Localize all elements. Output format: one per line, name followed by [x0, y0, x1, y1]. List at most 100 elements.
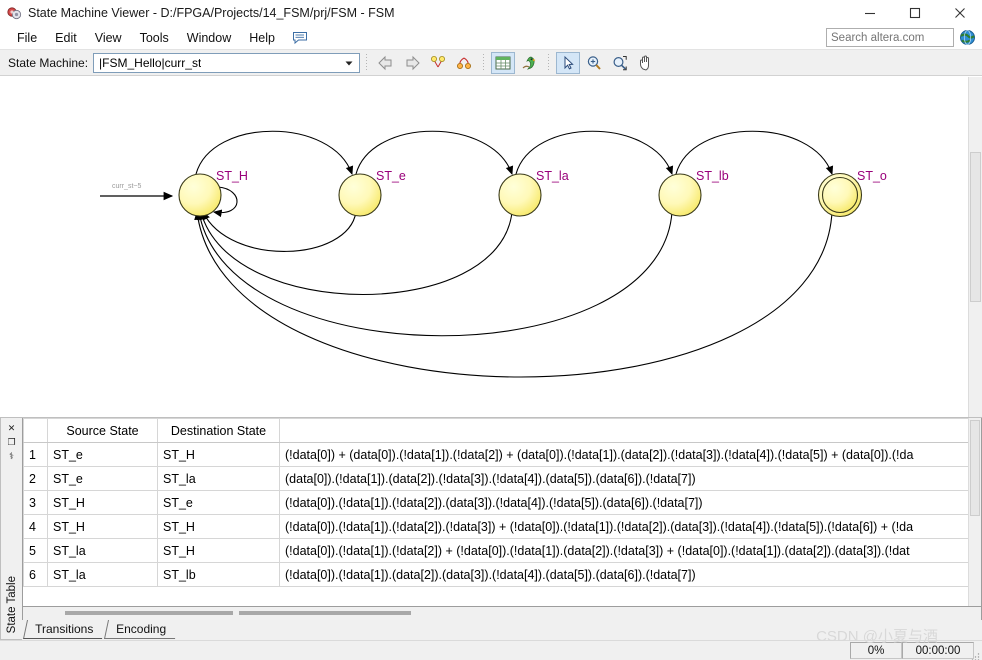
node-link-icon[interactable]	[452, 52, 476, 74]
arrow-back-icon[interactable]	[374, 52, 398, 74]
table-row[interactable]: 3 ST_H ST_e (!data[0]).(!data[1]).(!data…	[23, 490, 981, 515]
cell-condition: (!data[0]) + (data[0]).(!data[1]).(!data…	[279, 442, 981, 467]
state-label-ST_e: ST_e	[376, 169, 406, 183]
hand-icon[interactable]	[634, 52, 658, 74]
search-input[interactable]	[826, 28, 954, 47]
cell-destination-state: ST_H	[157, 514, 280, 539]
column-header-source-state[interactable]: Source State	[47, 418, 158, 443]
column-header-index	[23, 418, 48, 443]
row-index: 3	[23, 490, 48, 515]
quartus-icon	[7, 6, 22, 21]
row-index: 2	[23, 466, 48, 491]
tab-transitions-label: Transitions	[35, 622, 94, 636]
tab-transitions[interactable]: Transitions	[22, 620, 107, 639]
search-area	[826, 28, 976, 47]
state-diagram-canvas[interactable]: curr_st~5 ST_H ST_e ST_la ST_lb ST_o	[0, 76, 982, 417]
table-header-row: Source State Destination State	[23, 418, 981, 443]
cell-destination-state: ST_e	[157, 490, 280, 515]
state-node-ST_la[interactable]: ST_la	[498, 169, 569, 217]
window-controls	[847, 0, 982, 26]
panel-pin-icon[interactable]: ⚕	[9, 450, 14, 462]
state-label-ST_H: ST_H	[216, 169, 248, 183]
panel-close-icon[interactable]: ✕	[8, 422, 16, 434]
tab-encoding[interactable]: Encoding	[104, 620, 180, 639]
cell-source-state: ST_H	[47, 490, 158, 515]
cell-destination-state: ST_lb	[157, 562, 280, 587]
row-index: 1	[23, 442, 48, 467]
state-label-ST_la: ST_la	[536, 169, 569, 183]
menu-view[interactable]: View	[86, 29, 131, 47]
elapsed-time: 00:00:00	[902, 642, 974, 659]
state-label-ST_o: ST_o	[857, 169, 887, 183]
cell-condition: (!data[0]).(!data[1]).(!data[2]).(!data[…	[279, 514, 981, 539]
toolbar-separator-3	[546, 53, 552, 72]
state-table-scroll-area[interactable]: Source State Destination State 1 ST_e ST…	[22, 418, 982, 607]
chevron-down-icon[interactable]	[342, 54, 356, 72]
node-pair-icon[interactable]	[426, 52, 450, 74]
cell-source-state: ST_la	[47, 538, 158, 563]
menu-edit[interactable]: Edit	[46, 29, 86, 47]
column-header-condition[interactable]	[279, 418, 981, 443]
state-machine-value: |FSM_Hello|curr_st	[99, 55, 202, 70]
maximize-button[interactable]	[892, 0, 937, 26]
progress-percent: 0%	[850, 642, 902, 659]
table-vertical-scrollbar[interactable]	[968, 418, 981, 606]
diagram-scroll-thumb[interactable]	[970, 152, 981, 302]
panel-restore-icon[interactable]: ❐	[7, 436, 15, 448]
cell-destination-state: ST_H	[157, 538, 280, 563]
message-note-icon[interactable]	[292, 31, 308, 45]
state-node-ST_o[interactable]: ST_o	[817, 169, 887, 218]
table-hscroll-thumb-left[interactable]	[65, 611, 233, 615]
table-grid-icon[interactable]	[491, 51, 516, 74]
menu-tools[interactable]: Tools	[131, 29, 178, 47]
table-row[interactable]: 5 ST_la ST_H (!data[0]).(!data[1]).(!dat…	[23, 538, 981, 563]
initial-transition-label: curr_st~5	[112, 183, 141, 190]
table-row[interactable]: 4 ST_H ST_H (!data[0]).(!data[1]).(!data…	[23, 514, 981, 539]
cell-condition: (!data[0]).(!data[1]).(!data[2]) + (!dat…	[279, 538, 981, 563]
state-diagram-svg: curr_st~5 ST_H ST_e ST_la ST_lb ST_o	[100, 130, 887, 378]
zoom-in-icon[interactable]	[582, 52, 606, 74]
cell-condition: (!data[0]).(!data[1]).(!data[2]).(data[3…	[279, 490, 981, 515]
table-hscroll-thumb-right[interactable]	[239, 611, 411, 615]
table-scroll-thumb[interactable]	[970, 420, 980, 516]
initial-transition: curr_st~5	[100, 183, 174, 201]
state-transitions-table: Source State Destination State 1 ST_e ST…	[23, 418, 981, 587]
row-index: 6	[23, 562, 48, 587]
close-button[interactable]	[937, 0, 982, 26]
state-table-tabs: Transitions Encoding	[22, 620, 982, 640]
menu-window[interactable]: Window	[178, 29, 240, 47]
minimize-button[interactable]	[847, 0, 892, 26]
toolbar-separator-2	[481, 53, 487, 72]
cell-source-state: ST_la	[47, 562, 158, 587]
diagram-vertical-scrollbar[interactable]	[968, 77, 982, 417]
zoom-region-icon[interactable]	[608, 52, 632, 74]
table-row[interactable]: 1 ST_e ST_H (!data[0]) + (data[0]).(!dat…	[23, 442, 981, 467]
state-node-ST_lb[interactable]: ST_lb	[658, 169, 729, 217]
cell-destination-state: ST_la	[157, 466, 280, 491]
cell-source-state: ST_e	[47, 442, 158, 467]
state-table-side-bar: ✕ ❐ ⚕ State Table	[0, 417, 22, 640]
forward-transitions	[195, 130, 834, 176]
state-table-main: Source State Destination State 1 ST_e ST…	[22, 417, 982, 640]
state-node-ST_e[interactable]: ST_e	[338, 169, 406, 217]
column-header-destination-state[interactable]: Destination State	[157, 418, 280, 443]
table-row[interactable]: 2 ST_e ST_la (data[0]).(!data[1]).(data[…	[23, 466, 981, 491]
parrot-icon[interactable]	[517, 52, 541, 74]
state-node-ST_H[interactable]: ST_H	[178, 169, 248, 217]
arrow-forward-icon[interactable]	[400, 52, 424, 74]
state-machine-select[interactable]: |FSM_Hello|curr_st	[93, 52, 361, 73]
table-horizontal-scrollbar[interactable]	[22, 607, 982, 620]
title-bar: State Machine Viewer - D:/FPGA/Projects/…	[0, 0, 982, 26]
cursor-arrow-icon[interactable]	[556, 51, 581, 74]
cell-condition: (!data[0]).(!data[1]).(data[2]).(data[3]…	[279, 562, 981, 587]
menu-file[interactable]: File	[8, 29, 46, 47]
table-row[interactable]: 6 ST_la ST_lb (!data[0]).(!data[1]).(dat…	[23, 562, 981, 587]
globe-icon[interactable]	[959, 29, 976, 46]
cell-source-state: ST_H	[47, 514, 158, 539]
menu-bar: File Edit View Tools Window Help	[0, 26, 982, 50]
toolbar: State Machine: |FSM_Hello|curr_st	[0, 50, 982, 76]
row-index: 5	[23, 538, 48, 563]
resize-grip-icon[interactable]	[970, 649, 980, 660]
menu-help[interactable]: Help	[240, 29, 284, 47]
cell-condition: (data[0]).(!data[1]).(data[2]).(!data[3]…	[279, 466, 981, 491]
